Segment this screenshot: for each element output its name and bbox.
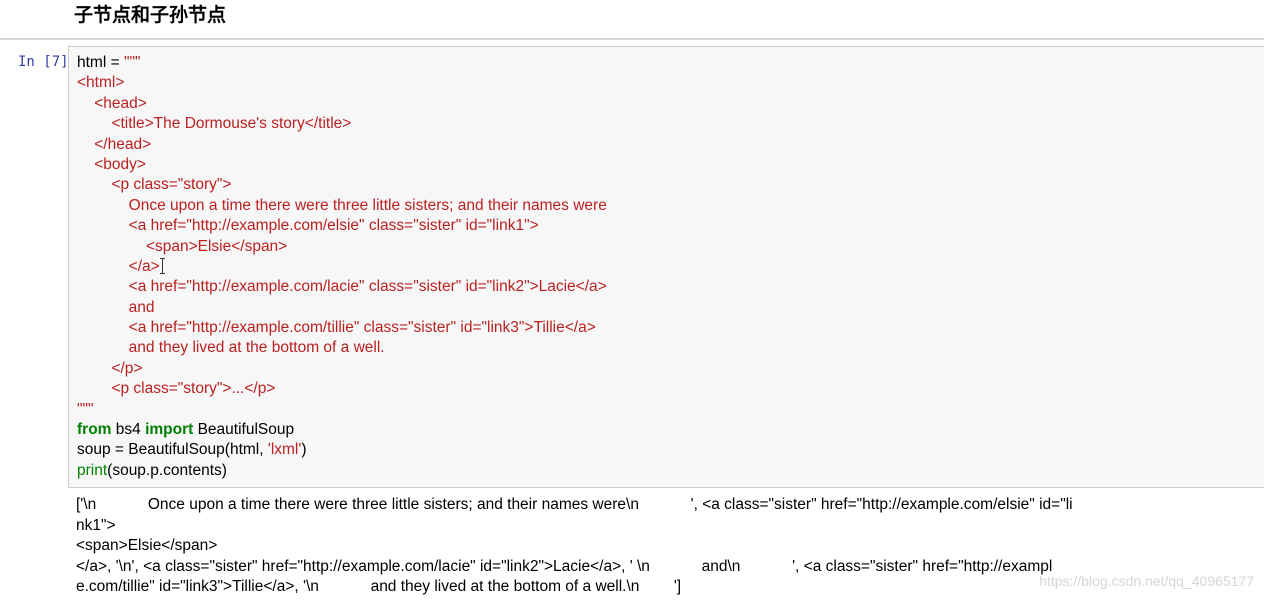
code-token: from	[77, 421, 112, 439]
code-token: <body>	[77, 155, 146, 173]
code-line: <a href="http://example.com/lacie" class…	[77, 277, 607, 297]
code-token: """	[77, 400, 94, 418]
code-line: Once upon a time there were three little…	[77, 196, 607, 216]
text-cursor-icon	[159, 257, 165, 274]
section-heading: 子节点和子孙节点	[74, 4, 227, 26]
code-line: </head>	[77, 135, 607, 155]
code-token: </a>	[77, 257, 160, 275]
code-line: and they lived at the bottom of a well.	[77, 338, 607, 358]
code-line: <title>The Dormouse's story</title>	[77, 114, 607, 134]
code-line: <head>	[77, 94, 607, 114]
code-line: and	[77, 298, 607, 318]
code-token: and	[77, 298, 155, 316]
code-line: <body>	[77, 155, 607, 175]
code-token: </p>	[77, 359, 143, 377]
code-token: <head>	[77, 94, 147, 112]
code-line: <a href="http://example.com/tillie" clas…	[77, 318, 607, 338]
code-line: </a>	[77, 257, 607, 277]
code-line: <p class="story">	[77, 175, 607, 195]
code-editor[interactable]: html = """ <html> <head> <title>The Dormo…	[77, 53, 607, 481]
code-token: html =	[77, 54, 124, 71]
code-line: <p class="story">...</p>	[77, 379, 607, 399]
code-token: (soup.p.contents)	[107, 461, 227, 479]
code-token: BeautifulSoup	[193, 421, 295, 439]
output-line: ['\n Once upon a time there were three l…	[76, 496, 1073, 513]
code-token: )	[301, 441, 307, 459]
code-cell-input[interactable]: html = """ <html> <head> <title>The Dormo…	[68, 46, 1264, 488]
code-token: <title>The Dormouse's story</title>	[77, 115, 352, 133]
code-token: 'lxml'	[267, 441, 302, 459]
heading-divider	[0, 38, 1264, 40]
code-line: soup = BeautifulSoup(html, 'lxml')	[77, 440, 607, 460]
output-line: <span>Elsie</span>	[76, 537, 218, 555]
code-token: <p class="story">	[77, 176, 232, 194]
code-token: """	[123, 54, 141, 71]
code-line: """	[77, 400, 607, 420]
code-line: html = """	[77, 53, 607, 73]
code-line: </p>	[77, 359, 607, 379]
code-token: Once upon a time there were three little…	[77, 196, 607, 214]
code-token: </head>	[77, 135, 152, 153]
watermark: https://blog.csdn.net/qq_40965177	[1039, 573, 1254, 589]
output-line: nk1">	[76, 516, 116, 534]
code-line: <html>	[77, 73, 607, 93]
code-token: <span>Elsie</span>	[77, 237, 288, 255]
code-token: and they lived at the bottom of a well.	[77, 339, 385, 357]
code-token: import	[145, 421, 194, 439]
code-token: print	[77, 461, 108, 479]
code-token: <a href="http://example.com/elsie" class…	[77, 217, 539, 235]
code-line: print(soup.p.contents)	[77, 461, 607, 481]
code-token: bs4	[111, 421, 146, 439]
code-line: <a href="http://example.com/elsie" class…	[77, 216, 607, 236]
notebook-page: 子节点和子孙节点 In [7]: html = """ <html> <head>…	[0, 0, 1264, 600]
code-token: <a href="http://example.com/tillie" clas…	[77, 319, 596, 337]
code-token: <html>	[77, 74, 125, 92]
code-line: <span>Elsie</span>	[77, 237, 607, 257]
code-token: <a href="http://example.com/lacie" class…	[77, 278, 607, 296]
code-token: <p class="story">...</p>	[77, 380, 276, 398]
code-token: soup = BeautifulSoup(html,	[77, 441, 268, 459]
code-line: from bs4 import BeautifulSoup	[77, 420, 607, 440]
